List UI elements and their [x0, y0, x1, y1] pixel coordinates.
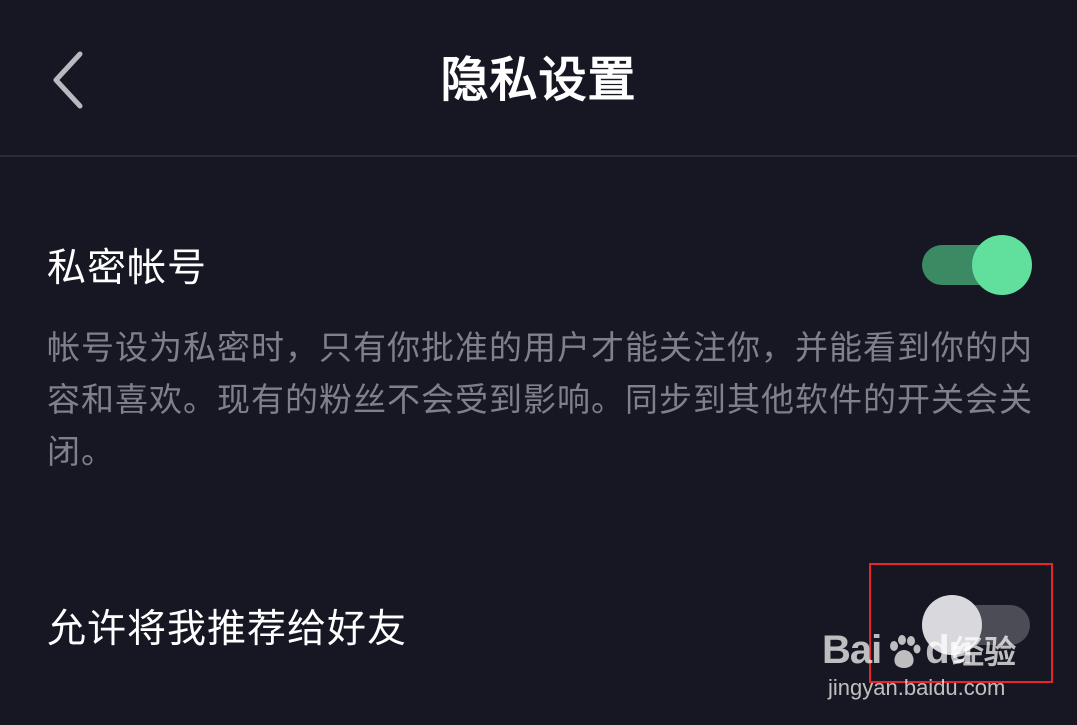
watermark-url: jingyan.baidu.com [828, 675, 1006, 700]
private-account-description: 帐号设为私密时，只有你批准的用户才能关注你，并能看到你的内容和喜欢。现有的粉丝不… [47, 328, 1033, 471]
recommend-to-friends-label: 允许将我推荐给好友 [47, 607, 408, 652]
paw-icon [890, 635, 921, 668]
recommend-to-friends-toggle[interactable] [922, 595, 1030, 655]
private-account-toggle[interactable] [922, 235, 1032, 295]
toggle-knob [972, 235, 1032, 295]
private-account-label: 私密帐号 [47, 246, 208, 291]
header-divider [0, 155, 1077, 157]
toggle-knob [922, 595, 982, 655]
page-title: 隐私设置 [440, 52, 637, 108]
header-bar: 隐私设置 [0, 0, 1077, 156]
privacy-settings-screen: 隐私设置 私密帐号 帐号设为私密时，只有你批准的用户才能关注你，并能看到你的内容… [0, 0, 1077, 725]
